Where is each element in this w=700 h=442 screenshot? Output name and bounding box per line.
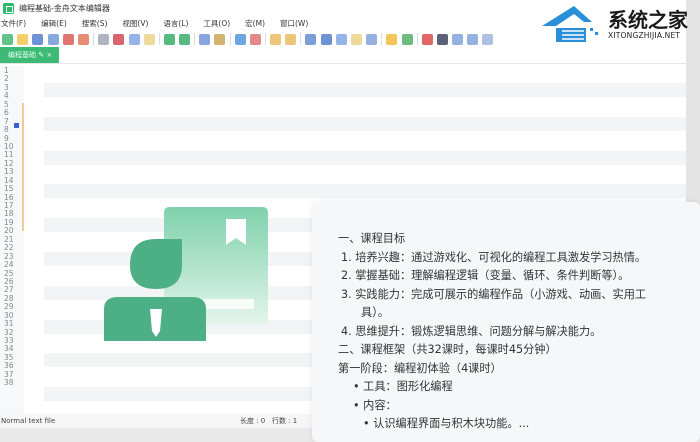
- menu-item[interactable]: 窗口(W): [280, 18, 308, 29]
- zoom-out-icon[interactable]: [249, 33, 261, 45]
- sync-horizontal-icon[interactable]: [285, 33, 297, 45]
- line-number-gutter: 1 2 3 4 5 6 7 8 9 10 11 12 13 14 15 16 17 18 19 20 21 22 23 24 2…: [0, 66, 24, 414]
- course-outline-card: 一、课程目标 1. 培养兴趣：通过游戏化、可视化的编程工具激发学习热情。 2. 掌握…: [312, 202, 700, 442]
- outline-line: 2. 掌握基础：理解编程逻辑（变量、循环、条件判断等）。: [341, 269, 630, 282]
- menu-item[interactable]: 视图(V): [122, 18, 148, 29]
- outline-line: • 认识编程界面与积木块功能。...: [363, 417, 530, 430]
- folder-icon[interactable]: [386, 33, 398, 45]
- house-logo-icon: [542, 6, 598, 42]
- toolbar-separator: [265, 33, 266, 45]
- monitor-icon[interactable]: [401, 33, 413, 45]
- show-all-chars-icon[interactable]: [320, 33, 332, 45]
- toolbar-separator: [194, 33, 196, 45]
- sync-vertical-icon[interactable]: [270, 33, 281, 45]
- menu-item[interactable]: 工具(O): [203, 18, 230, 29]
- close-all-icon[interactable]: [77, 33, 89, 45]
- line-number: 38: [4, 378, 14, 388]
- toolbar-separator: [93, 33, 95, 45]
- row-highlight-band: [44, 83, 686, 97]
- toolbar-separator: [229, 33, 231, 45]
- indent-guide-icon[interactable]: [335, 33, 347, 45]
- outline-line: 具）。: [361, 306, 389, 319]
- function-list-icon[interactable]: [366, 33, 378, 45]
- app-logo-icon: [3, 2, 14, 14]
- outline-line: • 工具：图形化编程: [353, 380, 453, 393]
- outline-line: 一、课程目标: [338, 232, 406, 245]
- toolbar-separator: [381, 33, 383, 45]
- menu-item[interactable]: 搜索(S): [82, 18, 108, 29]
- menu-item[interactable]: 宏(M): [245, 18, 265, 29]
- stop-macro-icon[interactable]: [436, 33, 448, 45]
- doc-map-icon[interactable]: [350, 33, 362, 45]
- outline-line: • 内容：: [353, 398, 397, 412]
- outline-line: 1. 培养兴趣：通过游戏化、可视化的编程工具激发学习热情。: [341, 250, 647, 264]
- outline-line: 第一阶段：编程初体验（4课时）: [338, 361, 502, 375]
- replace-icon[interactable]: [214, 33, 226, 45]
- zoom-in-icon[interactable]: [234, 33, 246, 45]
- close-icon[interactable]: [62, 33, 74, 45]
- redo-icon[interactable]: [179, 33, 191, 45]
- run-macro-multiple-icon[interactable]: [467, 33, 479, 45]
- toolbar-separator: [158, 33, 160, 45]
- length-readout: 长度 : 0: [240, 417, 266, 425]
- save-icon[interactable]: [32, 33, 44, 45]
- save-macro-icon[interactable]: [482, 33, 494, 45]
- undo-icon[interactable]: [163, 33, 175, 45]
- open-file-icon[interactable]: [17, 33, 29, 45]
- line-count: 行数 : 1: [271, 417, 298, 425]
- save-all-icon[interactable]: [47, 33, 59, 45]
- file-type: Normal text file: [1, 417, 56, 425]
- record-macro-icon[interactable]: [421, 33, 433, 45]
- menu-item[interactable]: 语言(L): [163, 18, 188, 29]
- user-document-illustration-icon: [104, 207, 268, 341]
- watermark-logo: 系统之家 XITONGZHIJIA.NET: [540, 2, 698, 50]
- change-history-bar: [22, 103, 24, 231]
- play-macro-icon[interactable]: [452, 33, 464, 45]
- row-highlight-band: [44, 184, 686, 199]
- find-icon[interactable]: [199, 33, 211, 45]
- row-highlight-band: [44, 116, 686, 131]
- copy-icon[interactable]: [128, 33, 140, 45]
- print-icon[interactable]: [98, 33, 110, 45]
- paste-icon[interactable]: [143, 33, 155, 45]
- toolbar-separator: [416, 33, 418, 45]
- menu-item[interactable]: 文件(F): [1, 18, 26, 29]
- tab-bar: 编程基础 ✎ ×: [0, 47, 686, 64]
- new-file-icon[interactable]: [2, 33, 13, 45]
- watermark-url: XITONGZHIJIA.NET: [608, 31, 681, 40]
- bookmark-icon[interactable]: [14, 123, 19, 128]
- tab-document[interactable]: 编程基础 ✎ ×: [0, 47, 59, 63]
- cut-icon[interactable]: [113, 33, 125, 45]
- word-wrap-icon[interactable]: [305, 33, 317, 45]
- window-title: 编程基础-金舟文本编辑器: [19, 3, 110, 13]
- menu-item[interactable]: 编辑(E): [41, 18, 67, 29]
- outline-line: 二、课程框架（共32课时，每课时45分钟）: [338, 343, 557, 356]
- watermark-name: 系统之家: [608, 8, 688, 32]
- outline-line: 3. 实践能力：完成可展示的编程作品（小游戏、动画、实用工: [341, 287, 647, 301]
- toolbar-separator: [300, 33, 302, 45]
- row-highlight-band: [44, 150, 686, 165]
- outline-line: 4. 思维提升：锻炼逻辑思维、问题分解与解决能力。: [341, 324, 602, 338]
